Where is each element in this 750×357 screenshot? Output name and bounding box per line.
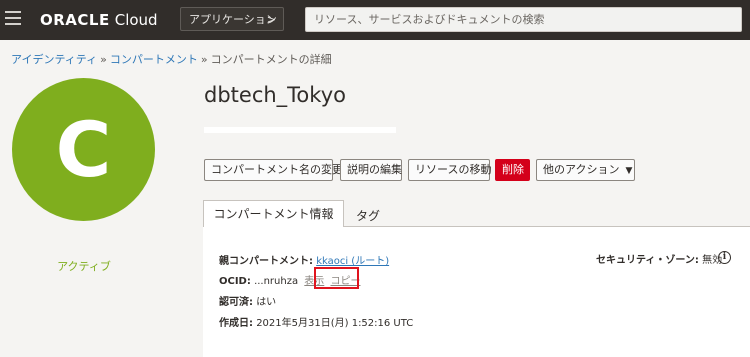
status-badge: アクティブ bbox=[57, 260, 111, 273]
hamburger-menu-icon[interactable] bbox=[5, 11, 21, 27]
approved-row: 認可済: はい bbox=[219, 293, 276, 308]
breadcrumb: アイデンティティ» コンパートメント» コンパートメントの詳細 bbox=[11, 51, 332, 67]
security-zone-row: セキュリティ・ゾーン: 無効 bbox=[596, 251, 722, 266]
search-placeholder: リソース、サービスおよびドキュメントの検索 bbox=[314, 13, 545, 26]
created-value: 2021年5月31日(月) 1:52:16 UTC bbox=[256, 318, 414, 329]
created-label: 作成日: bbox=[219, 318, 253, 329]
breadcrumb-compartments[interactable]: コンパートメント bbox=[110, 53, 198, 66]
breadcrumb-current: コンパートメントの詳細 bbox=[210, 53, 332, 66]
breadcrumb-separator: » bbox=[200, 53, 208, 66]
rename-compartment-button[interactable]: コンパートメント名の変更 bbox=[204, 159, 343, 181]
created-row: 作成日: 2021年5月31日(月) 1:52:16 UTC bbox=[219, 314, 413, 329]
approved-label: 認可済: bbox=[219, 297, 253, 308]
ocid-label: OCID: bbox=[219, 276, 251, 287]
title-redaction-bar bbox=[204, 127, 396, 133]
parent-compartment-link[interactable]: kkaoci (ルート) bbox=[316, 256, 389, 267]
parent-compartment-label: 親コンパートメント: bbox=[219, 256, 313, 267]
ocid-value: ...nruhza bbox=[254, 276, 299, 287]
avatar-letter: C bbox=[55, 105, 112, 194]
approved-value: はい bbox=[256, 297, 277, 308]
more-actions-dropdown[interactable]: 他のアクション ▼ bbox=[536, 159, 635, 181]
page-title: dbtech_Tokyo bbox=[204, 83, 346, 107]
applications-button[interactable]: アプリケーション > bbox=[180, 7, 284, 31]
delete-button[interactable]: 削除 bbox=[495, 159, 530, 181]
oracle-cloud-logo[interactable]: ORACLE Cloud bbox=[40, 9, 158, 31]
logo-brand: ORACLE bbox=[40, 11, 110, 29]
copy-highlight-box bbox=[314, 267, 359, 289]
logo-product: Cloud bbox=[114, 11, 158, 29]
more-actions-label: 他のアクション bbox=[543, 163, 620, 176]
tab-tags[interactable]: タグ bbox=[356, 207, 380, 224]
security-zone-label: セキュリティ・ゾーン: bbox=[596, 255, 699, 266]
chevron-right-icon: > bbox=[266, 13, 276, 26]
info-icon[interactable]: i bbox=[718, 251, 731, 264]
caret-down-icon: ▼ bbox=[625, 166, 633, 176]
search-input[interactable]: リソース、サービスおよびドキュメントの検索 bbox=[305, 7, 742, 32]
move-resource-button[interactable]: リソースの移動 bbox=[408, 159, 491, 181]
top-navbar: ORACLE Cloud アプリケーション > リソース、サービスおよびドキュメ… bbox=[0, 0, 750, 40]
edit-description-button[interactable]: 説明の編集 bbox=[340, 159, 402, 181]
info-panel bbox=[203, 227, 750, 357]
breadcrumb-identity[interactable]: アイデンティティ bbox=[11, 53, 97, 66]
compartment-avatar: C bbox=[12, 78, 155, 221]
parent-compartment-row: 親コンパートメント: kkaoci (ルート) bbox=[219, 252, 389, 267]
applications-button-label: アプリケーション bbox=[189, 13, 277, 26]
tab-compartment-info[interactable]: コンパートメント情報 bbox=[203, 200, 344, 227]
breadcrumb-separator: » bbox=[100, 53, 107, 66]
